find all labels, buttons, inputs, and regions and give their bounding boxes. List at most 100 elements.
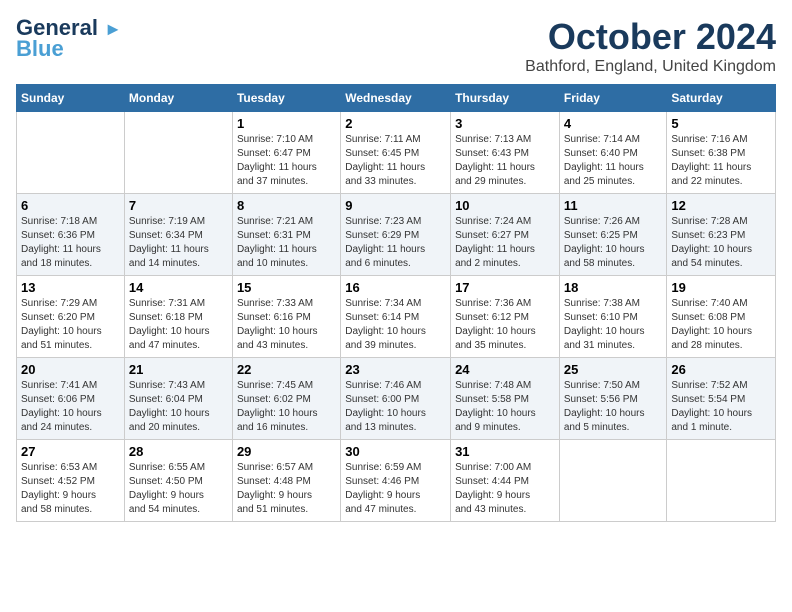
- day-of-week-header: Sunday: [17, 85, 125, 112]
- day-number: 5: [671, 116, 771, 131]
- day-detail: Sunrise: 7:46 AM Sunset: 6:00 PM Dayligh…: [345, 379, 446, 435]
- day-of-week-header: Monday: [124, 85, 232, 112]
- calendar-week-row: 1 Sunrise: 7:10 AM Sunset: 6:47 PM Daylig…: [17, 112, 776, 194]
- day-number: 21: [129, 362, 228, 377]
- day-detail: Sunrise: 7:00 AM Sunset: 4:44 PM Dayligh…: [455, 461, 555, 517]
- day-number: 20: [21, 362, 120, 377]
- day-of-week-header: Friday: [559, 85, 667, 112]
- logo: General ► Blue: [16, 16, 122, 62]
- day-number: 10: [455, 198, 555, 213]
- day-number: 9: [345, 198, 446, 213]
- calendar-cell: 24Sunrise: 7:48 AM Sunset: 5:58 PM Dayli…: [451, 358, 560, 440]
- day-number: 29: [237, 444, 336, 459]
- day-number: 1: [237, 116, 336, 131]
- day-number: 31: [455, 444, 555, 459]
- calendar-header-row: SundayMondayTuesdayWednesdayThursdayFrid…: [17, 85, 776, 112]
- day-detail: Sunrise: 7:26 AM Sunset: 6:25 PM Dayligh…: [564, 215, 663, 271]
- calendar-cell: 8 Sunrise: 7:21 AM Sunset: 6:31 PM Daylig…: [232, 194, 340, 276]
- day-detail: Sunrise: 7:13 AM Sunset: 6:43 PM Dayligh…: [455, 133, 555, 189]
- day-of-week-header: Tuesday: [232, 85, 340, 112]
- day-number: 23: [345, 362, 446, 377]
- calendar-cell: 26Sunrise: 7:52 AM Sunset: 5:54 PM Dayli…: [667, 358, 776, 440]
- day-detail: Sunrise: 7:34 AM Sunset: 6:14 PM Dayligh…: [345, 297, 446, 353]
- day-of-week-header: Thursday: [451, 85, 560, 112]
- calendar-cell: 25 Sunrise: 7:50 AM Sunset: 5:56 PM Dayli…: [559, 358, 667, 440]
- calendar-cell: 13 Sunrise: 7:29 AM Sunset: 6:20 PM Dayli…: [17, 276, 125, 358]
- calendar-cell: 27 Sunrise: 6:53 AM Sunset: 4:52 PM Dayli…: [17, 440, 125, 522]
- calendar-cell: 1 Sunrise: 7:10 AM Sunset: 6:47 PM Daylig…: [232, 112, 340, 194]
- day-detail: Sunrise: 7:31 AM Sunset: 6:18 PM Dayligh…: [129, 297, 228, 353]
- day-detail: Sunrise: 7:52 AM Sunset: 5:54 PM Dayligh…: [671, 379, 771, 435]
- day-detail: Sunrise: 7:24 AM Sunset: 6:27 PM Dayligh…: [455, 215, 555, 271]
- day-number: 4: [564, 116, 663, 131]
- day-detail: Sunrise: 7:11 AM Sunset: 6:45 PM Dayligh…: [345, 133, 446, 189]
- logo-bird-icon: ►: [104, 19, 122, 39]
- day-detail: Sunrise: 7:19 AM Sunset: 6:34 PM Dayligh…: [129, 215, 228, 271]
- day-of-week-header: Wednesday: [341, 85, 451, 112]
- calendar-cell: 29 Sunrise: 6:57 AM Sunset: 4:48 PM Dayli…: [232, 440, 340, 522]
- day-number: 28: [129, 444, 228, 459]
- month-title: October 2024: [525, 16, 776, 58]
- calendar-cell: [667, 440, 776, 522]
- day-number: 17: [455, 280, 555, 295]
- calendar-week-row: 6Sunrise: 7:18 AM Sunset: 6:36 PM Daylig…: [17, 194, 776, 276]
- day-detail: Sunrise: 7:45 AM Sunset: 6:02 PM Dayligh…: [237, 379, 336, 435]
- calendar-cell: 7 Sunrise: 7:19 AM Sunset: 6:34 PM Daylig…: [124, 194, 232, 276]
- calendar-cell: 17 Sunrise: 7:36 AM Sunset: 6:12 PM Dayli…: [451, 276, 560, 358]
- day-detail: Sunrise: 7:38 AM Sunset: 6:10 PM Dayligh…: [564, 297, 663, 353]
- day-detail: Sunrise: 7:10 AM Sunset: 6:47 PM Dayligh…: [237, 133, 336, 189]
- calendar-cell: 4Sunrise: 7:14 AM Sunset: 6:40 PM Daylig…: [559, 112, 667, 194]
- day-number: 2: [345, 116, 446, 131]
- day-number: 11: [564, 198, 663, 213]
- day-detail: Sunrise: 7:40 AM Sunset: 6:08 PM Dayligh…: [671, 297, 771, 353]
- calendar-cell: 11 Sunrise: 7:26 AM Sunset: 6:25 PM Dayli…: [559, 194, 667, 276]
- calendar-cell: 22Sunrise: 7:45 AM Sunset: 6:02 PM Dayli…: [232, 358, 340, 440]
- title-block: October 2024 Bathford, England, United K…: [525, 16, 776, 76]
- day-number: 27: [21, 444, 120, 459]
- day-detail: Sunrise: 6:53 AM Sunset: 4:52 PM Dayligh…: [21, 461, 120, 517]
- day-number: 13: [21, 280, 120, 295]
- calendar-week-row: 13 Sunrise: 7:29 AM Sunset: 6:20 PM Dayli…: [17, 276, 776, 358]
- day-detail: Sunrise: 6:57 AM Sunset: 4:48 PM Dayligh…: [237, 461, 336, 517]
- day-detail: Sunrise: 7:43 AM Sunset: 6:04 PM Dayligh…: [129, 379, 228, 435]
- day-detail: Sunrise: 7:29 AM Sunset: 6:20 PM Dayligh…: [21, 297, 120, 353]
- calendar-cell: 9 Sunrise: 7:23 AM Sunset: 6:29 PM Daylig…: [341, 194, 451, 276]
- day-number: 30: [345, 444, 446, 459]
- calendar-cell: 12Sunrise: 7:28 AM Sunset: 6:23 PM Dayli…: [667, 194, 776, 276]
- day-detail: Sunrise: 7:41 AM Sunset: 6:06 PM Dayligh…: [21, 379, 120, 435]
- day-detail: Sunrise: 7:36 AM Sunset: 6:12 PM Dayligh…: [455, 297, 555, 353]
- day-detail: Sunrise: 7:21 AM Sunset: 6:31 PM Dayligh…: [237, 215, 336, 271]
- day-number: 19: [671, 280, 771, 295]
- location-subtitle: Bathford, England, United Kingdom: [525, 58, 776, 76]
- logo-blue: Blue: [16, 36, 64, 62]
- day-number: 3: [455, 116, 555, 131]
- calendar-cell: 18 Sunrise: 7:38 AM Sunset: 6:10 PM Dayli…: [559, 276, 667, 358]
- day-number: 16: [345, 280, 446, 295]
- calendar-cell: 19 Sunrise: 7:40 AM Sunset: 6:08 PM Dayli…: [667, 276, 776, 358]
- calendar-week-row: 27 Sunrise: 6:53 AM Sunset: 4:52 PM Dayli…: [17, 440, 776, 522]
- day-detail: Sunrise: 7:50 AM Sunset: 5:56 PM Dayligh…: [564, 379, 663, 435]
- day-number: 18: [564, 280, 663, 295]
- day-number: 24: [455, 362, 555, 377]
- day-detail: Sunrise: 6:59 AM Sunset: 4:46 PM Dayligh…: [345, 461, 446, 517]
- calendar-cell: 28 Sunrise: 6:55 AM Sunset: 4:50 PM Dayli…: [124, 440, 232, 522]
- day-detail: Sunrise: 6:55 AM Sunset: 4:50 PM Dayligh…: [129, 461, 228, 517]
- calendar-cell: 6Sunrise: 7:18 AM Sunset: 6:36 PM Daylig…: [17, 194, 125, 276]
- calendar-cell: [124, 112, 232, 194]
- calendar-cell: 5 Sunrise: 7:16 AM Sunset: 6:38 PM Daylig…: [667, 112, 776, 194]
- day-number: 7: [129, 198, 228, 213]
- day-number: 25: [564, 362, 663, 377]
- calendar-week-row: 20 Sunrise: 7:41 AM Sunset: 6:06 PM Dayli…: [17, 358, 776, 440]
- calendar-cell: 30 Sunrise: 6:59 AM Sunset: 4:46 PM Dayli…: [341, 440, 451, 522]
- day-number: 8: [237, 198, 336, 213]
- day-detail: Sunrise: 7:23 AM Sunset: 6:29 PM Dayligh…: [345, 215, 446, 271]
- day-number: 14: [129, 280, 228, 295]
- day-detail: Sunrise: 7:16 AM Sunset: 6:38 PM Dayligh…: [671, 133, 771, 189]
- calendar-cell: 2 Sunrise: 7:11 AM Sunset: 6:45 PM Daylig…: [341, 112, 451, 194]
- day-number: 15: [237, 280, 336, 295]
- day-detail: Sunrise: 7:28 AM Sunset: 6:23 PM Dayligh…: [671, 215, 771, 271]
- page-header: General ► Blue October 2024 Bathford, En…: [16, 16, 776, 76]
- calendar-cell: 16 Sunrise: 7:34 AM Sunset: 6:14 PM Dayli…: [341, 276, 451, 358]
- calendar-cell: 3 Sunrise: 7:13 AM Sunset: 6:43 PM Daylig…: [451, 112, 560, 194]
- calendar-cell: 15Sunrise: 7:33 AM Sunset: 6:16 PM Dayli…: [232, 276, 340, 358]
